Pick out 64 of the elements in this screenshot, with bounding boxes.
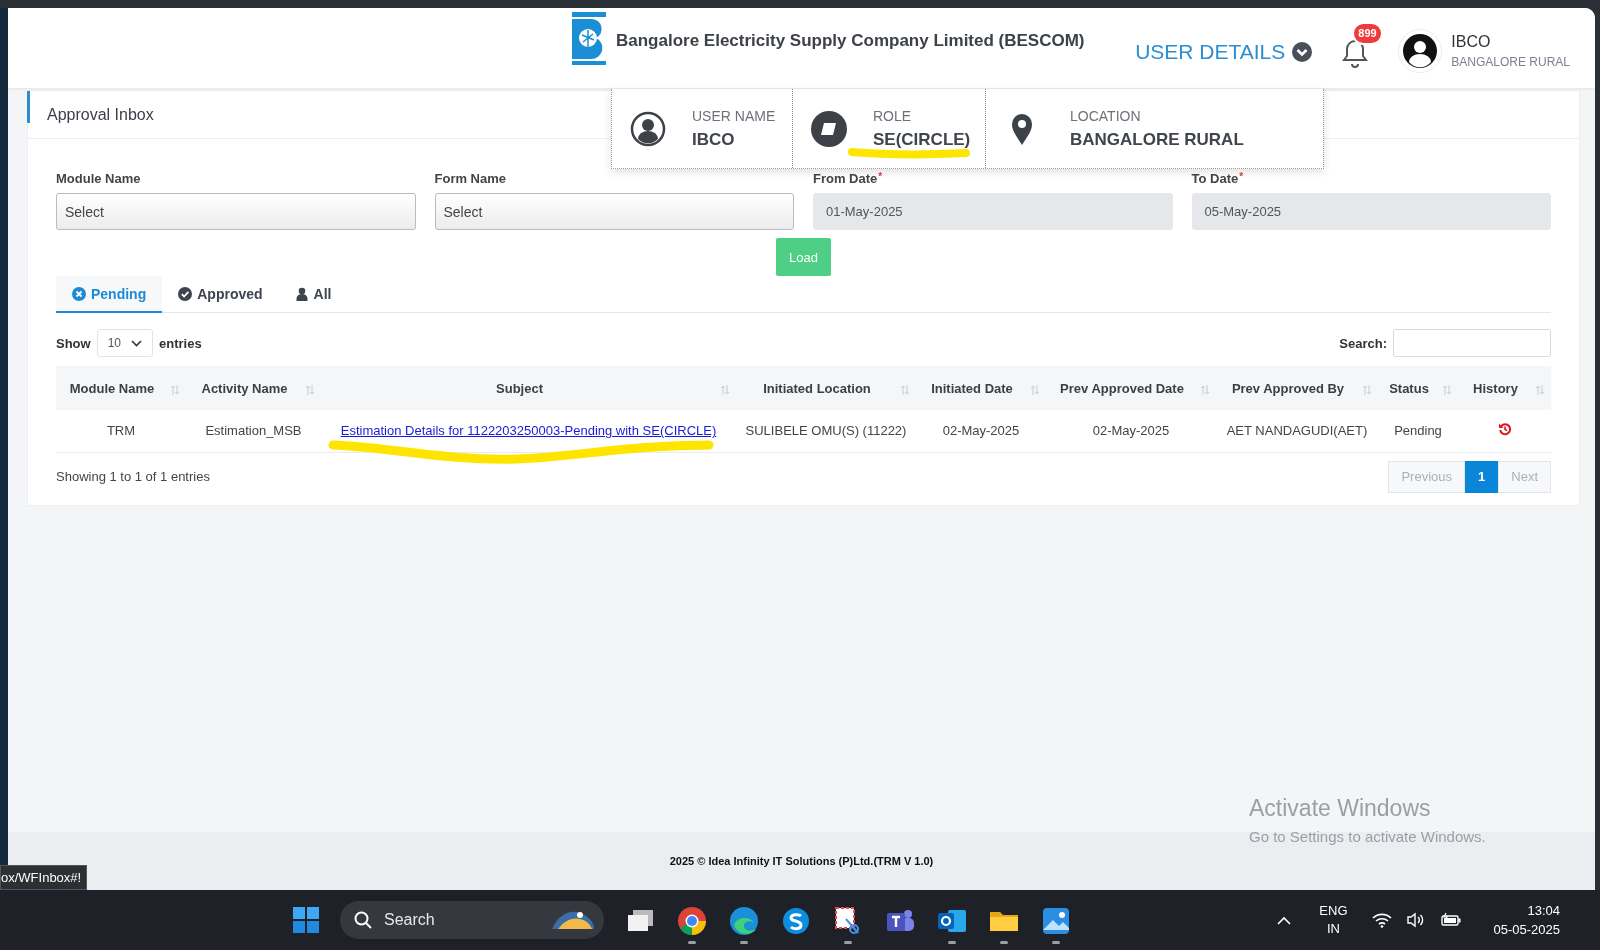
language-indicator[interactable]: ENG [1319,902,1348,920]
chevron-down-icon [131,339,143,347]
page-title: Approval Inbox [46,105,154,124]
user-name: IBCO [1451,33,1492,51]
clock-time[interactable]: 13:04 [1493,901,1560,920]
avatar-icon [1403,34,1438,68]
tab[interactable]: Approved [162,276,279,313]
user-location: BANGALORE RURAL [1451,55,1570,69]
select-field[interactable]: Select [434,193,794,230]
clock-date[interactable]: 05-05-2025 [1493,920,1560,939]
region-indicator[interactable]: IN [1319,920,1348,938]
page-button[interactable]: 1 [1465,460,1499,493]
wifi-icon[interactable] [1371,912,1392,928]
user-details-button[interactable]: USER DETAILS [1135,36,1313,68]
tab[interactable]: All [278,276,348,313]
search-field[interactable] [1393,329,1551,357]
taskbar-search[interactable]: Search [340,901,604,939]
copyright-text: 2025 © Idea Infinity IT Solutions (P)Ltd.(TRM V 1.0) [669,855,934,867]
chevron-up-icon[interactable] [1277,915,1292,925]
activation-title: Activate Windows [1249,795,1432,822]
detail-value: BANGALORE RURAL [1070,129,1244,150]
table-cell: 02-May-2025 [1092,423,1170,439]
chrome-icon[interactable] [676,904,708,937]
show-label: Show [56,335,91,351]
required-mark: * [1239,171,1244,184]
table-cell: Estimation_MSB [205,423,302,439]
detail-label: USER NAME [692,107,776,124]
table-cell: 02-May-2025 [942,423,1020,439]
search-icon [354,911,372,929]
detail-value: IBCO [692,129,736,150]
notification-badge: 899 [1352,22,1383,45]
search-label: Search: [1339,335,1387,351]
speaker-icon[interactable] [1405,912,1426,928]
windows-start-icon[interactable] [292,906,320,934]
detail-value: SE(CIRCLE) [873,129,971,150]
activation-text: Go to Settings to activate Windows. [1249,828,1486,845]
detail-label: LOCATION [1070,107,1142,124]
check-circle-icon [178,286,193,301]
company-title: Bangalore Electricity Supply Company Limited (BESCOM) [616,31,1085,51]
table-cell: AET NANDAGUDI(AET) [1226,423,1368,439]
table-cell: Pending [1394,423,1442,439]
table-cell: SULIBELE OMU(S) (11222) [745,423,907,439]
table-info: Showing 1 to 1 of 1 entries [56,469,210,484]
entries-label: entries [159,335,202,351]
parallelogram-icon [811,110,847,147]
edge-icon[interactable] [728,904,760,937]
cancel-circle-icon [72,286,86,301]
field-label: Module Name [56,171,141,186]
required-mark: * [878,171,883,184]
bell-icon[interactable] [1342,38,1369,68]
field-label: From Date [813,171,878,186]
url-tooltip: ox/WFInbox#! [0,865,88,890]
detail-label: ROLE [873,107,913,124]
chevron-down-icon [1292,42,1313,62]
history-icon[interactable] [1497,422,1512,437]
subject-link[interactable]: Estimation Details for 1122203250003-Pending with SE(CIRCLE) [340,423,717,439]
user-circle-icon [630,110,666,147]
select-field[interactable]: Select [56,193,416,230]
battery-icon[interactable] [1439,912,1462,928]
table-cell: TRM [106,423,136,439]
field-label: To Date [1191,171,1239,186]
entries-select[interactable]: 10 [96,329,154,357]
person-icon [294,286,309,301]
field-label: Form Name [434,171,507,186]
